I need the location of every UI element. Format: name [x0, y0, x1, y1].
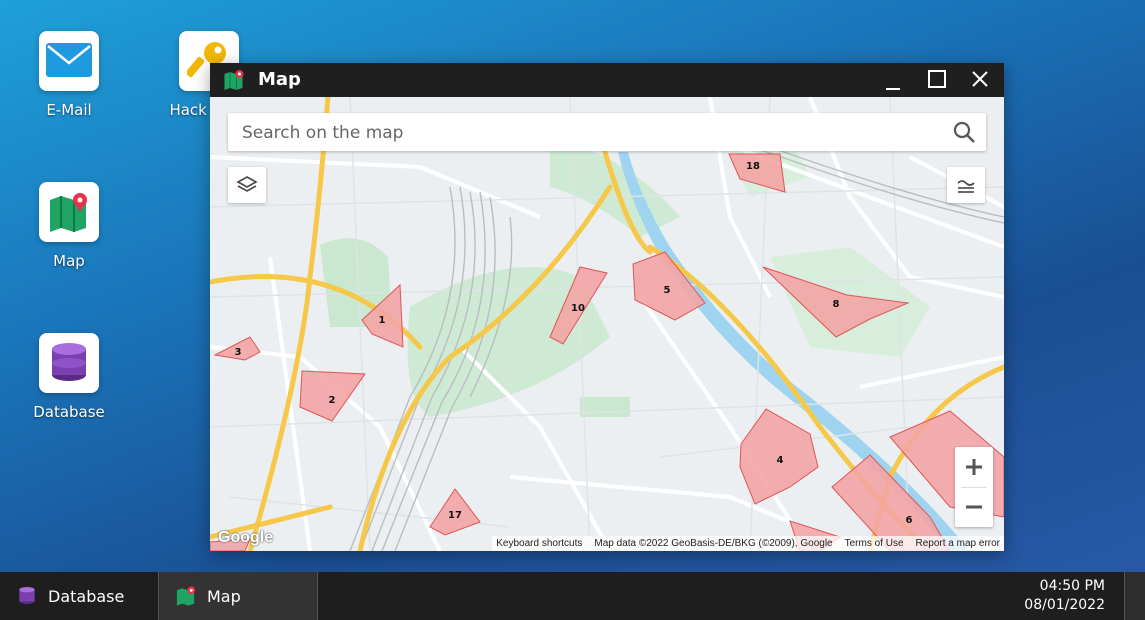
report-error-link[interactable]: Report a map error [916, 538, 1000, 549]
database-icon [39, 333, 99, 393]
close-icon [972, 71, 988, 87]
system-clock[interactable]: 04:50 PM 08/01/2022 [1024, 577, 1105, 615]
minimize-icon [886, 88, 900, 90]
desktop-icon-label: E-Mail [46, 101, 92, 119]
taskbar-item-database[interactable]: Database [0, 572, 159, 620]
taskbar-item-label: Database [48, 586, 125, 606]
zone-label-10: 10 [571, 303, 585, 314]
zone-label-17: 17 [448, 510, 462, 521]
search-icon[interactable] [952, 120, 976, 148]
layers-button[interactable] [228, 167, 266, 203]
map-icon [222, 69, 246, 95]
window-title: Map [258, 69, 301, 90]
taskbar: Database Map 04:50 PM 08/01/2022 [0, 572, 1145, 620]
zone-label-3: 3 [235, 347, 242, 358]
close-button[interactable] [965, 66, 995, 94]
zoom-control [955, 447, 993, 527]
zoom-out-button[interactable] [955, 487, 993, 527]
desktop-icon-label: Database [33, 403, 105, 421]
maximize-button[interactable] [922, 66, 952, 94]
zone-label-1: 1 [379, 315, 386, 326]
zone-label-2: 2 [329, 395, 336, 406]
minus-icon [966, 505, 982, 509]
map-data-text: Map data ©2022 GeoBasis-DE/BKG (©2009), … [594, 538, 833, 549]
desktop-icon-email[interactable]: E-Mail [14, 31, 124, 119]
zone-label-18: 18 [746, 161, 760, 172]
zone-label-5: 5 [664, 285, 671, 296]
map-canvas[interactable]: 1 2 3 4 5 6 8 10 17 18 Search on the map… [210, 97, 1004, 551]
desktop-icon-map[interactable]: Map [14, 182, 124, 270]
taskbar-item-map[interactable]: Map [159, 572, 318, 620]
show-desktop-button[interactable] [1124, 572, 1145, 620]
desktop-icon-label: Map [53, 252, 85, 270]
search-input[interactable] [240, 119, 934, 147]
clock-time: 04:50 PM [1039, 578, 1105, 594]
filter-button[interactable] [947, 167, 985, 203]
desktop-icon-database[interactable]: Database [14, 333, 124, 421]
zone-label-8: 8 [833, 299, 840, 310]
plus-icon [966, 459, 982, 475]
map-icon [39, 182, 99, 242]
maximize-icon [928, 70, 946, 88]
map-window[interactable]: Map 1 2 3 4 5 6 8 10 17 18 Search on the… [210, 63, 1004, 551]
zoom-in-button[interactable] [955, 447, 993, 487]
zone-label-6: 6 [906, 515, 913, 526]
google-logo: Google [218, 529, 274, 546]
traffic-icon [957, 180, 975, 193]
layers-icon [236, 176, 258, 192]
taskbar-item-label: Map [207, 586, 241, 606]
map-icon [175, 585, 197, 607]
keyboard-shortcuts-link[interactable]: Keyboard shortcuts [496, 538, 582, 549]
mail-icon [39, 31, 99, 91]
zone-label-4: 4 [777, 455, 784, 466]
window-titlebar[interactable]: Map [210, 63, 1004, 97]
clock-date: 08/01/2022 [1024, 597, 1105, 613]
minimize-button[interactable] [878, 66, 908, 94]
database-icon [18, 586, 36, 606]
map-tiles[interactable]: 1 2 3 4 5 6 8 10 17 18 [210, 97, 1004, 551]
map-attribution: Keyboard shortcuts Map data ©2022 GeoBas… [492, 536, 1004, 551]
map-search-box[interactable] [228, 113, 986, 151]
terms-link[interactable]: Terms of Use [845, 538, 904, 549]
